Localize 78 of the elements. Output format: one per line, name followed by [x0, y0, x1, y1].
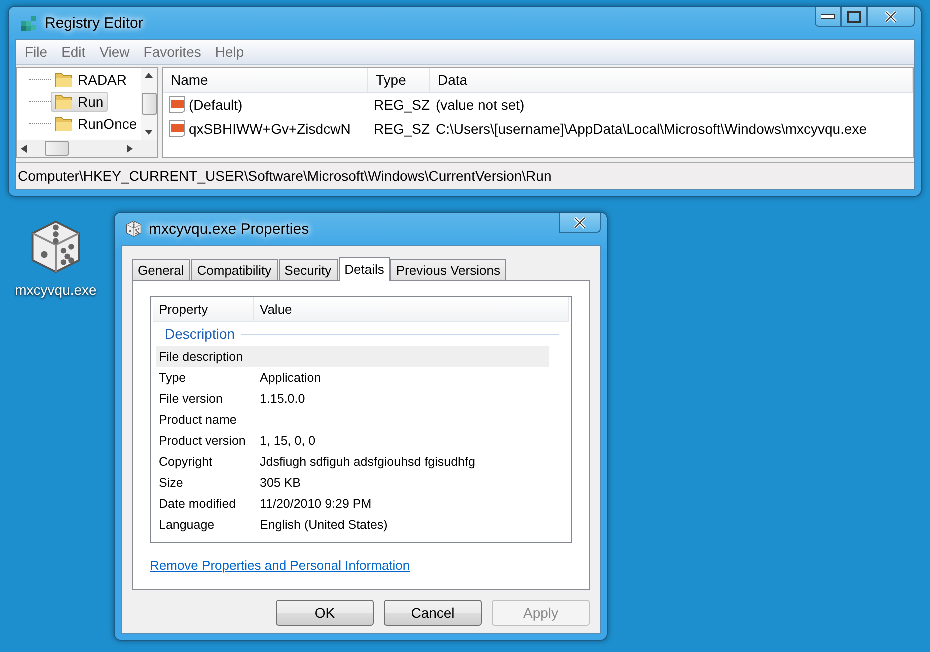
value-cell-text: Jdsfiugh sdfiguh adsfgiouhsd fgisudhfg [259, 454, 476, 468]
property-row[interactable]: File version 1.15.0.0 [156, 388, 549, 409]
property-row[interactable]: Size 305 KB [156, 472, 549, 493]
close-icon [884, 10, 898, 22]
tab[interactable]: Compatibility [191, 259, 278, 280]
value-name-cell[interactable]: qxSBHIWW+Gv+ZisdcwN [163, 120, 368, 138]
tab[interactable]: Details [338, 257, 390, 281]
value-cell-text: English (United States) [259, 518, 389, 532]
property-cell-text: Product version [158, 434, 247, 448]
property-cell-text: Language [158, 518, 216, 532]
scroll-right-arrow-icon[interactable] [127, 144, 133, 153]
value-cell-text: 11/20/2010 9:29 PM [259, 496, 373, 510]
dice-icon [125, 220, 143, 238]
property-row[interactable]: Product name [156, 409, 549, 430]
value-data-cell-text: C:\Users\[username]\AppData\Local\Microsoft\Windows\mxcyvqu.exe [435, 120, 868, 137]
tree-item[interactable]: RunOnce [51, 114, 142, 134]
value-type-cell-text: REG_SZ [373, 120, 430, 137]
property-row[interactable]: Product version 1, 15, 0, 0 [156, 430, 549, 451]
folder-icon [55, 94, 73, 110]
remove-properties-link[interactable]: Remove Properties and Personal Information [150, 558, 410, 573]
property-cell-text: File version [158, 392, 224, 406]
column-header[interactable]: Value [254, 297, 569, 321]
section-heading: Description [165, 326, 236, 342]
property-row[interactable]: Type Application [156, 367, 549, 388]
value-name-cell[interactable]: (Default) [163, 96, 368, 114]
maximize-button[interactable] [841, 7, 867, 27]
property-cell-text: Copyright [158, 454, 214, 468]
property-row[interactable]: Copyright Jdsfiugh sdfiguh adsfgiouhsd fgisudhfg [156, 451, 549, 472]
scrollbar-thumb[interactable] [45, 141, 69, 156]
value-data-cell-text: (value not set) [435, 96, 526, 113]
tree-item[interactable]: RADAR [51, 70, 132, 90]
tab[interactable]: Security [278, 259, 338, 280]
status-path-text: Computer\HKEY_CURRENT_USER\Software\Microsoft\Windows\CurrentVersion\Run [18, 168, 552, 184]
property-cell-text: Product name [158, 412, 238, 426]
value-cell-text: 1.15.0.0 [259, 392, 306, 406]
maximize-icon [847, 10, 861, 22]
minimize-button[interactable] [815, 7, 841, 27]
value-cell-text: 1, 15, 0, 0 [259, 434, 317, 448]
property-row[interactable]: Date modified 11/20/2010 9:29 PM [156, 493, 549, 514]
column-header[interactable]: Type [368, 68, 430, 92]
registry-icon [19, 13, 39, 33]
property-cell-text: File description [158, 350, 244, 364]
column-header[interactable]: Property [153, 297, 254, 321]
tree-item[interactable]: Run [51, 92, 108, 112]
value-cell-text: 305 KB [259, 476, 302, 490]
minimize-icon [821, 14, 835, 20]
tab[interactable]: Previous Versions [390, 259, 506, 280]
property-row[interactable]: File description [156, 346, 549, 367]
menu-item[interactable]: Edit [54, 44, 93, 60]
value-type-cell-text: REG_SZ [373, 96, 430, 113]
menu-item[interactable]: File [18, 44, 55, 60]
menu-item[interactable]: Help [208, 44, 252, 60]
folder-icon [55, 72, 73, 88]
dialog-button[interactable]: OK [276, 600, 374, 626]
string-value-icon [169, 120, 187, 138]
tab[interactable]: General [132, 259, 190, 280]
scroll-left-arrow-icon[interactable] [21, 144, 27, 153]
column-header[interactable]: Name [163, 68, 368, 92]
dialog-button[interactable]: Cancel [384, 600, 482, 626]
scrollbar-thumb[interactable] [142, 93, 157, 115]
window-title: mxcyvqu.exe Properties [149, 220, 310, 238]
window-title: Registry Editor [45, 14, 144, 32]
value-cell-text: Application [259, 370, 322, 384]
scroll-up-arrow-icon[interactable] [145, 72, 154, 78]
menu-item[interactable]: Favorites [136, 44, 208, 60]
property-cell-text: Size [158, 476, 184, 490]
string-value-icon [169, 96, 187, 114]
property-cell-text: Type [158, 370, 188, 384]
close-icon [573, 216, 587, 228]
folder-icon [55, 116, 73, 132]
property-row[interactable]: Language English (United States) [156, 514, 549, 535]
close-button[interactable] [867, 7, 915, 27]
scroll-down-arrow-icon[interactable] [145, 130, 154, 136]
property-cell-text: Date modified [158, 496, 238, 510]
desktop-icon-label[interactable]: mxcyvqu.exe [15, 282, 97, 298]
menu-item[interactable]: View [92, 44, 137, 60]
close-button[interactable] [559, 213, 601, 233]
column-header[interactable]: Data [430, 68, 913, 92]
